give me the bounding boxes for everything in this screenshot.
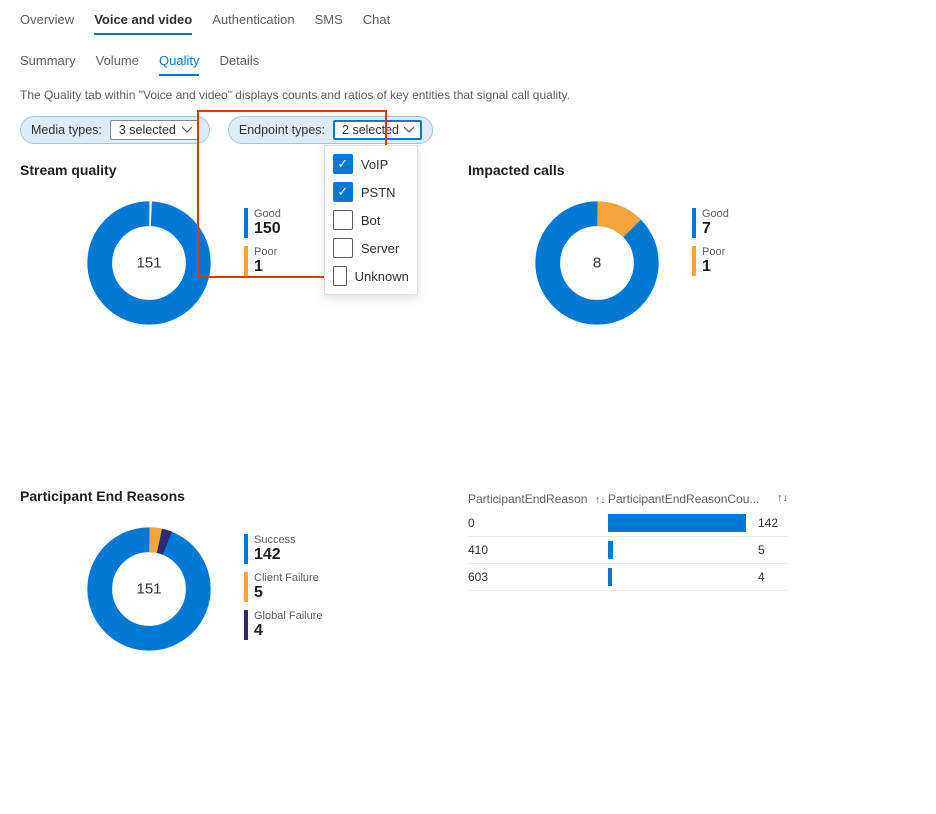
subtab-volume[interactable]: Volume — [96, 49, 139, 76]
subtab-quality[interactable]: Quality — [159, 49, 199, 76]
donut-total: 151 — [136, 255, 161, 272]
legend-value: 150 — [254, 220, 281, 238]
sort-icon[interactable]: ↑↓ — [595, 494, 606, 506]
legend-label: Poor — [254, 246, 281, 258]
legend-label: Good — [702, 208, 729, 220]
charts-area: Stream quality 151 Good 150 Poor 1 — [0, 162, 936, 814]
bar — [608, 541, 746, 559]
bar — [608, 568, 746, 586]
tab-chat[interactable]: Chat — [363, 8, 390, 35]
checkbox-icon — [333, 154, 353, 174]
legend-value: 1 — [254, 258, 281, 276]
endpoint-option-voip[interactable]: VoIP — [325, 150, 417, 178]
impacted-calls-panel: Impacted calls 8 Good 7 Poor 1 — [468, 162, 916, 328]
bar — [608, 514, 746, 532]
end-reasons-table-panel: ParticipantEndReason ↑↓ ParticipantEndRe… — [468, 488, 916, 654]
panel-title: Impacted calls — [468, 162, 916, 178]
main-tabs: Overview Voice and video Authentication … — [0, 0, 936, 35]
endpoint-types-label: Endpoint types: — [239, 123, 325, 137]
media-types-filter[interactable]: Media types: 3 selected — [20, 116, 210, 144]
sub-tabs: Summary Volume Quality Details — [0, 35, 936, 76]
donut-total: 8 — [593, 255, 601, 272]
end-reasons-table: ParticipantEndReason ↑↓ ParticipantEndRe… — [468, 488, 788, 591]
endpoint-option-bot[interactable]: Bot — [325, 206, 417, 234]
media-types-dropdown[interactable]: 3 selected — [110, 120, 199, 140]
table-header: ParticipantEndReason ↑↓ ParticipantEndRe… — [468, 488, 788, 510]
tab-authentication[interactable]: Authentication — [212, 8, 294, 35]
column-header-count[interactable]: ParticipantEndReasonCou... ↑↓ — [608, 492, 788, 506]
legend: Success 142 Client Failure 5 Global Fail… — [244, 534, 322, 640]
panel-title: Participant End Reasons — [20, 488, 468, 504]
legend-label: Good — [254, 208, 281, 220]
table-row[interactable]: 603 4 — [468, 564, 788, 591]
endpoint-option-unknown[interactable]: Unknown — [325, 262, 417, 290]
legend: Good 150 Poor 1 — [244, 208, 281, 276]
checkbox-icon — [333, 238, 353, 258]
donut-total: 151 — [136, 581, 161, 598]
legend-label: Global Failure — [254, 610, 322, 622]
legend-value: 142 — [254, 546, 322, 564]
legend: Good 7 Poor 1 — [692, 208, 729, 276]
checkbox-icon — [333, 266, 347, 286]
end-reasons-donut: 151 — [84, 524, 214, 654]
legend-label: Poor — [702, 246, 729, 258]
endpoint-types-dropdown[interactable]: 2 selected — [333, 120, 422, 140]
subtab-summary[interactable]: Summary — [20, 49, 76, 76]
legend-value: 7 — [702, 220, 729, 238]
chevron-down-icon — [404, 127, 414, 133]
checkbox-icon — [333, 182, 353, 202]
end-reasons-panel: Participant End Reasons 151 Success 142 … — [20, 488, 468, 654]
legend-label: Success — [254, 534, 322, 546]
table-row[interactable]: 410 5 — [468, 537, 788, 564]
tab-voice-video[interactable]: Voice and video — [94, 8, 192, 35]
table-row[interactable]: 0 142 — [468, 510, 788, 537]
endpoint-option-server[interactable]: Server — [325, 234, 417, 262]
chevron-down-icon — [182, 127, 192, 133]
endpoint-types-filter[interactable]: Endpoint types: 2 selected — [228, 116, 433, 144]
endpoint-option-pstn[interactable]: PSTN — [325, 178, 417, 206]
media-types-label: Media types: — [31, 123, 102, 137]
legend-value: 4 — [254, 622, 322, 640]
filter-row: Media types: 3 selected Endpoint types: … — [0, 116, 936, 162]
impacted-calls-donut: 8 — [532, 198, 662, 328]
column-header-reason[interactable]: ParticipantEndReason ↑↓ — [468, 492, 608, 506]
tab-sms[interactable]: SMS — [315, 8, 343, 35]
checkbox-icon — [333, 210, 353, 230]
tab-description: The Quality tab within "Voice and video"… — [0, 76, 936, 116]
tab-overview[interactable]: Overview — [20, 8, 74, 35]
subtab-details[interactable]: Details — [219, 49, 259, 76]
endpoint-types-menu: VoIP PSTN Bot Server Unknown — [324, 145, 418, 295]
sort-icon[interactable]: ↑↓ — [777, 492, 788, 506]
stream-quality-donut: 151 — [84, 198, 214, 328]
legend-value: 1 — [702, 258, 729, 276]
legend-label: Client Failure — [254, 572, 322, 584]
legend-value: 5 — [254, 584, 322, 602]
